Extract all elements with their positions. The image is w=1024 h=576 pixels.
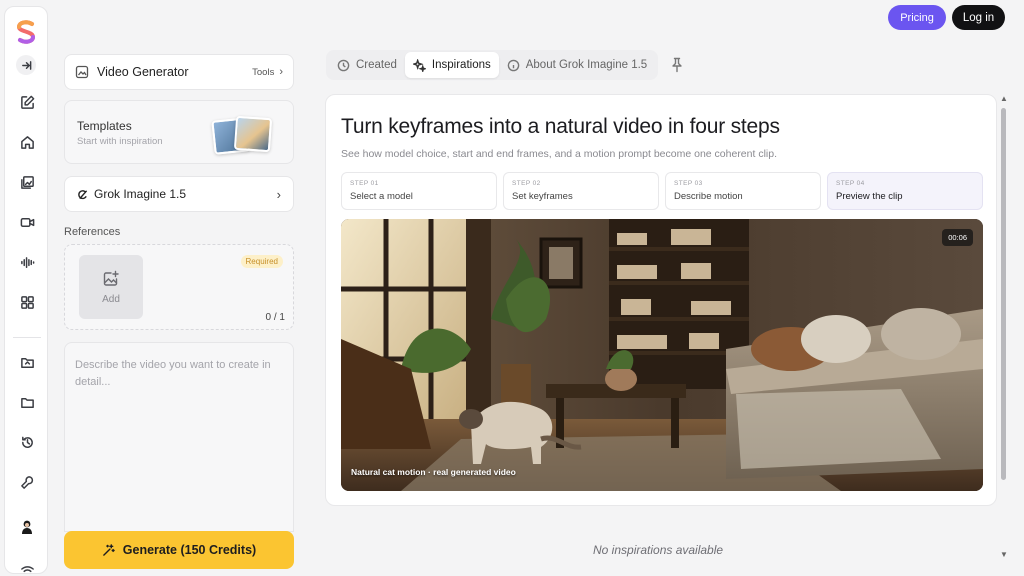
video-preview[interactable]: 00:06 Natural cat motion · real generate… bbox=[341, 219, 983, 491]
video-caption: Natural cat motion · real generated vide… bbox=[351, 467, 516, 477]
steps-row: STEP 01 Select a model STEP 02 Set keyfr… bbox=[341, 172, 983, 210]
step-number: STEP 02 bbox=[512, 180, 541, 187]
chevron-right-icon: › bbox=[279, 66, 283, 78]
step-number: STEP 01 bbox=[350, 180, 379, 187]
tab-inspirations-label: Inspirations bbox=[431, 59, 491, 71]
folder-icon bbox=[20, 357, 34, 368]
scroll-up-arrow[interactable]: ▲ bbox=[1000, 94, 1008, 103]
home-icon bbox=[20, 135, 34, 149]
tab-about-label: About Grok Imagine 1.5 bbox=[525, 59, 648, 71]
tab-inspirations[interactable]: Inspirations bbox=[404, 52, 499, 78]
video-icon bbox=[20, 217, 34, 227]
inspiration-title: Turn keyframes into a natural video in f… bbox=[341, 115, 780, 138]
generate-label: Generate (150 Credits) bbox=[122, 543, 257, 557]
pin-icon[interactable] bbox=[670, 57, 684, 73]
image-icon bbox=[20, 175, 34, 189]
tab-created-label: Created bbox=[356, 59, 397, 71]
step-label: Preview the clip bbox=[836, 191, 903, 202]
step-label: Set keyframes bbox=[512, 191, 573, 202]
magic-wand-icon bbox=[102, 543, 115, 556]
wrench-icon bbox=[20, 475, 33, 489]
image-icon bbox=[75, 65, 89, 79]
collapse-icon bbox=[21, 60, 31, 70]
template-thumbnail bbox=[233, 115, 273, 153]
tab-about[interactable]: About Grok Imagine 1.5 bbox=[499, 52, 655, 78]
step-label: Describe motion bbox=[674, 191, 743, 202]
templates-card[interactable]: Templates Start with inspiration bbox=[64, 100, 294, 164]
clock-icon bbox=[337, 59, 350, 71]
tab-bar: Created Inspirations About Grok Imagine … bbox=[326, 50, 659, 80]
tab-created[interactable]: Created bbox=[329, 52, 405, 78]
step-label: Select a model bbox=[350, 191, 413, 202]
login-button[interactable]: Log in bbox=[952, 5, 1005, 30]
inspiration-card: Turn keyframes into a natural video in f… bbox=[325, 94, 997, 506]
prompt-placeholder: Describe the video you want to create in… bbox=[75, 359, 271, 388]
scrollbar-thumb[interactable] bbox=[1001, 108, 1006, 480]
prompt-textarea[interactable]: Describe the video you want to create in… bbox=[64, 342, 294, 532]
logo-icon[interactable] bbox=[13, 19, 39, 45]
collapse-sidebar-button[interactable] bbox=[16, 55, 36, 75]
generate-button[interactable]: Generate (150 Credits) bbox=[64, 531, 294, 569]
template-thumbnails bbox=[211, 115, 273, 155]
video-timer: 00:06 bbox=[942, 229, 973, 246]
step-card[interactable]: STEP 02 Set keyframes bbox=[503, 172, 659, 210]
edit-icon bbox=[20, 95, 34, 109]
step-card[interactable]: STEP 01 Select a model bbox=[341, 172, 497, 210]
living-room-scene bbox=[341, 219, 983, 491]
references-label: References bbox=[64, 226, 121, 238]
chevron-right-icon: › bbox=[276, 186, 281, 202]
generator-panel: Video Generator Tools › Templates Start … bbox=[48, 0, 310, 576]
step-number: STEP 04 bbox=[836, 180, 865, 187]
model-selector[interactable]: Grok Imagine 1.5 › bbox=[64, 176, 294, 212]
rail-history-button[interactable] bbox=[17, 432, 37, 452]
scrollbar[interactable]: ▲ ▼ bbox=[1000, 94, 1008, 568]
rail-files-button[interactable] bbox=[17, 392, 37, 412]
avatar[interactable] bbox=[17, 517, 37, 537]
add-image-icon bbox=[103, 270, 119, 286]
reference-count: 0 / 1 bbox=[265, 312, 285, 323]
video-generator-title: Video Generator bbox=[97, 65, 189, 79]
icon-rail bbox=[4, 6, 48, 574]
rail-tools-button[interactable] bbox=[17, 472, 37, 492]
model-name: Grok Imagine 1.5 bbox=[94, 187, 187, 201]
folder-open-icon bbox=[20, 397, 34, 408]
rail-home-button[interactable] bbox=[17, 132, 37, 152]
grok-logo-icon bbox=[78, 189, 88, 199]
audio-icon bbox=[20, 256, 34, 268]
pricing-button[interactable]: Pricing bbox=[888, 5, 946, 30]
tools-link[interactable]: Tools bbox=[252, 67, 274, 78]
inspiration-subtitle: See how model choice, start and end fram… bbox=[341, 148, 777, 160]
video-generator-selector[interactable]: Video Generator Tools › bbox=[64, 54, 294, 90]
rail-folder-button[interactable] bbox=[17, 352, 37, 372]
rail-divider bbox=[13, 337, 41, 338]
rail-image-button[interactable] bbox=[17, 172, 37, 192]
step-card[interactable]: STEP 03 Describe motion bbox=[665, 172, 821, 210]
sparkle-icon bbox=[412, 58, 426, 72]
rail-network-button[interactable] bbox=[17, 559, 37, 576]
history-icon bbox=[21, 436, 33, 448]
rail-audio-button[interactable] bbox=[17, 252, 37, 272]
scroll-down-arrow[interactable]: ▼ bbox=[1000, 550, 1008, 559]
wifi-icon bbox=[20, 566, 34, 573]
empty-state-text: No inspirations available bbox=[593, 543, 724, 557]
add-label: Add bbox=[102, 293, 120, 305]
step-card-active[interactable]: STEP 04 Preview the clip bbox=[827, 172, 983, 210]
grid-icon bbox=[20, 295, 34, 309]
required-badge: Required bbox=[240, 255, 283, 268]
references-dropzone[interactable]: Add Required 0 / 1 bbox=[64, 244, 294, 330]
info-icon bbox=[507, 59, 520, 71]
rail-edit-button[interactable] bbox=[17, 92, 37, 112]
rail-apps-button[interactable] bbox=[17, 292, 37, 312]
rail-video-button[interactable] bbox=[17, 212, 37, 232]
add-reference-button[interactable]: Add bbox=[79, 255, 143, 319]
step-number: STEP 03 bbox=[674, 180, 703, 187]
